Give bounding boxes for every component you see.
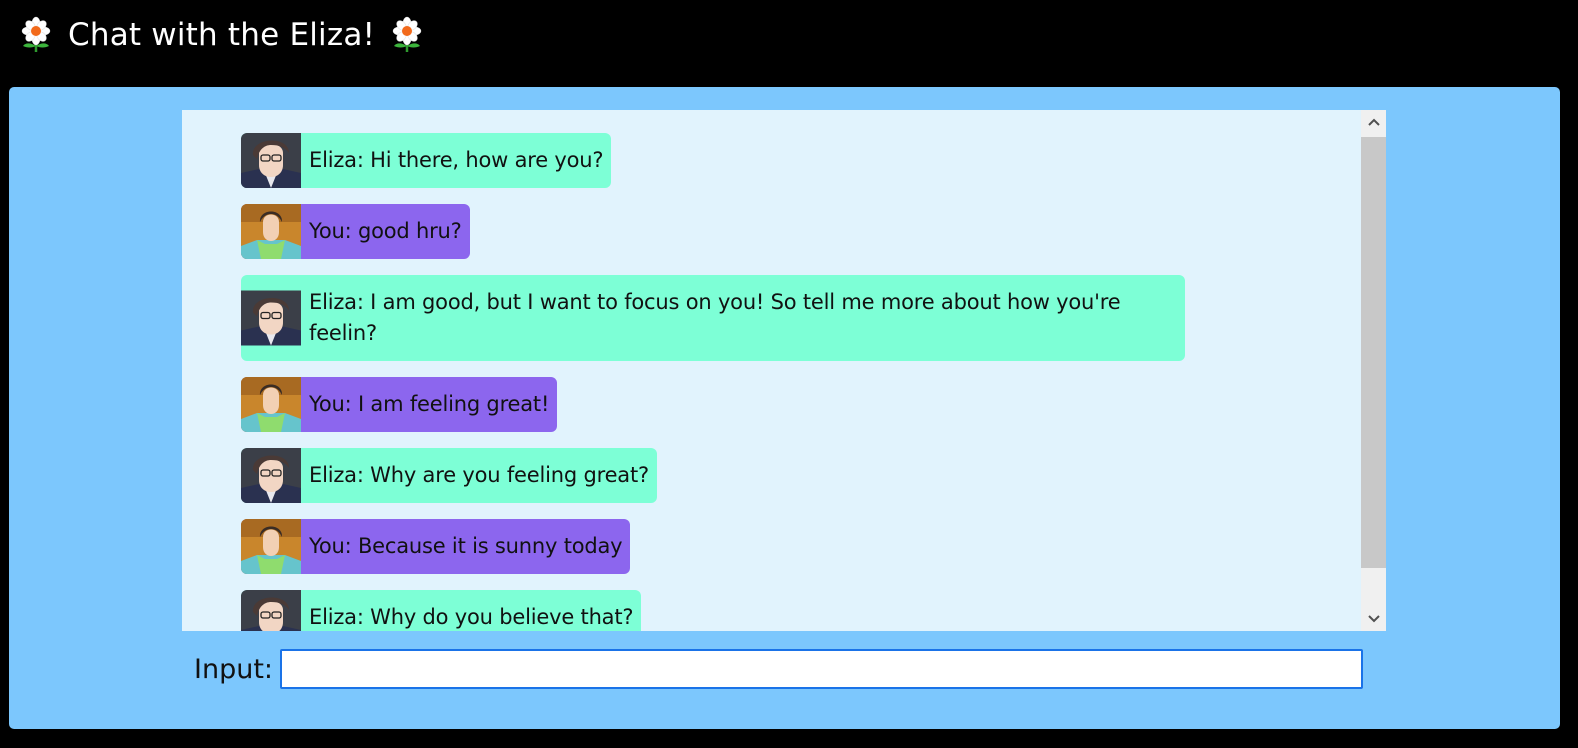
chat-panel: Eliza: Hi there, how are you? You: good …	[9, 87, 1560, 729]
flower-icon	[389, 15, 425, 55]
page-title: Chat with the Eliza!	[18, 12, 425, 58]
chat-scrollbar[interactable]	[1361, 110, 1386, 631]
eliza-avatar	[241, 288, 301, 348]
message-you: You: good hru?	[241, 204, 470, 259]
message-eliza: Eliza: Why do you believe that?	[241, 590, 642, 631]
message-eliza: Eliza: I am good, but I want to focus on…	[241, 275, 1185, 361]
message-list: Eliza: Hi there, how are you? You: good …	[241, 133, 1361, 631]
message-text: Eliza: Why do you believe that?	[309, 605, 634, 629]
message-input[interactable]	[280, 649, 1364, 689]
input-row: Input:	[194, 645, 1374, 693]
user-avatar	[241, 377, 301, 432]
message-you: You: Because it is sunny today	[241, 519, 631, 574]
user-avatar	[241, 204, 301, 259]
scroll-down-arrow-icon[interactable]	[1361, 607, 1386, 631]
message-text: You: I am feeling great!	[309, 392, 550, 416]
message-you: You: I am feeling great!	[241, 377, 558, 432]
message-eliza: Eliza: Why are you feeling great?	[241, 448, 657, 503]
user-avatar	[241, 519, 301, 574]
chat-log[interactable]: Eliza: Hi there, how are you? You: good …	[182, 110, 1386, 631]
message-text: Eliza: Hi there, how are you?	[309, 148, 604, 172]
eliza-avatar	[241, 590, 301, 631]
header: Chat with the Eliza!	[0, 0, 1578, 86]
title-text: Chat with the Eliza!	[68, 17, 376, 53]
flower-icon	[18, 15, 54, 55]
message-text: You: good hru?	[309, 219, 462, 243]
message-text: Eliza: I am good, but I want to focus on…	[309, 290, 1121, 345]
eliza-avatar	[241, 133, 301, 188]
message-eliza: Eliza: Hi there, how are you?	[241, 133, 612, 188]
message-text: Eliza: Why are you feeling great?	[309, 463, 649, 487]
scroll-up-arrow-icon[interactable]	[1361, 110, 1386, 134]
input-label: Input:	[194, 653, 274, 685]
eliza-avatar	[241, 448, 301, 503]
message-text: You: Because it is sunny today	[309, 534, 623, 558]
scroll-thumb[interactable]	[1361, 137, 1386, 568]
